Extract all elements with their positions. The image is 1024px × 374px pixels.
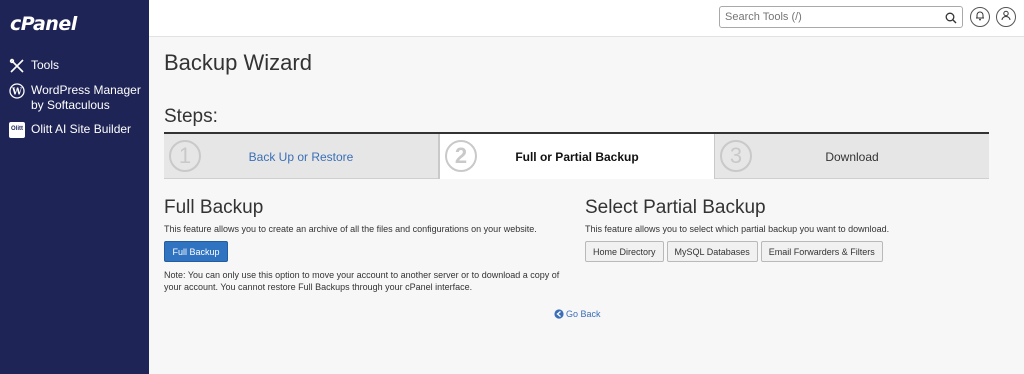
- wizard-steps: 1 Back Up or Restore 2 Full or Partial B…: [164, 132, 989, 179]
- go-back-link[interactable]: Go Back: [554, 309, 601, 319]
- step-label: Full or Partial Backup: [515, 149, 639, 164]
- partial-backup-buttons: Home Directory MySQL Databases Email For…: [585, 241, 886, 262]
- full-backup-button[interactable]: Full Backup: [164, 241, 228, 262]
- mysql-databases-button[interactable]: MySQL Databases: [666, 241, 758, 262]
- back-arrow-icon: [554, 309, 564, 319]
- notifications-button[interactable]: [970, 7, 990, 27]
- step-label: Back Up or Restore: [248, 149, 354, 164]
- cpanel-logo[interactable]: cPanel: [10, 13, 77, 35]
- partial-backup-heading: Select Partial Backup: [585, 197, 766, 218]
- top-bar: [149, 0, 1024, 37]
- app: cPanel Tools W WordPress Manager by Soft…: [0, 0, 1024, 374]
- search-box: [719, 6, 963, 28]
- user-menu-button[interactable]: [996, 7, 1016, 27]
- full-backup-heading: Full Backup: [164, 197, 264, 218]
- steps-heading: Steps:: [164, 106, 218, 127]
- sidebar-item-wordpress-manager[interactable]: W WordPress Manager by Softaculous: [9, 83, 141, 113]
- wordpress-icon: W: [9, 83, 25, 99]
- sidebar-item-olitt[interactable]: Olitt Olitt AI Site Builder: [9, 122, 141, 138]
- svg-text:W: W: [11, 88, 23, 98]
- home-directory-button[interactable]: Home Directory: [585, 241, 664, 262]
- step-number: 2: [445, 140, 477, 172]
- tools-icon: [9, 58, 25, 74]
- bell-icon: [975, 8, 985, 26]
- sidebar-item-label: Tools: [31, 58, 60, 72]
- full-backup-description: This feature allows you to create an arc…: [164, 224, 537, 234]
- sidebar-item-label: WordPress Manager by Softaculous: [31, 83, 141, 112]
- olitt-icon: Olitt: [9, 122, 25, 138]
- full-backup-note: Note: You can only use this option to mo…: [164, 270, 560, 292]
- partial-backup-description: This feature allows you to select which …: [585, 224, 890, 234]
- step-full-or-partial-backup: 2 Full or Partial Backup: [439, 134, 715, 179]
- search-icon[interactable]: [945, 11, 957, 24]
- sidebar-item-tools[interactable]: Tools: [9, 58, 141, 74]
- page-title: Backup Wizard: [164, 50, 312, 75]
- search-input[interactable]: [720, 7, 935, 27]
- user-icon: [1001, 8, 1011, 26]
- step-number: 1: [169, 140, 201, 172]
- step-back-up-or-restore[interactable]: 1 Back Up or Restore: [164, 134, 439, 179]
- sidebar: cPanel Tools W WordPress Manager by Soft…: [0, 0, 149, 374]
- email-forwarders-filters-button[interactable]: Email Forwarders & Filters: [760, 241, 883, 262]
- step-number: 3: [720, 140, 752, 172]
- go-back-label: Go Back: [566, 309, 601, 319]
- step-label: Download: [825, 149, 879, 164]
- sidebar-item-label: Olitt AI Site Builder: [31, 122, 132, 136]
- step-download: 3 Download: [715, 134, 989, 179]
